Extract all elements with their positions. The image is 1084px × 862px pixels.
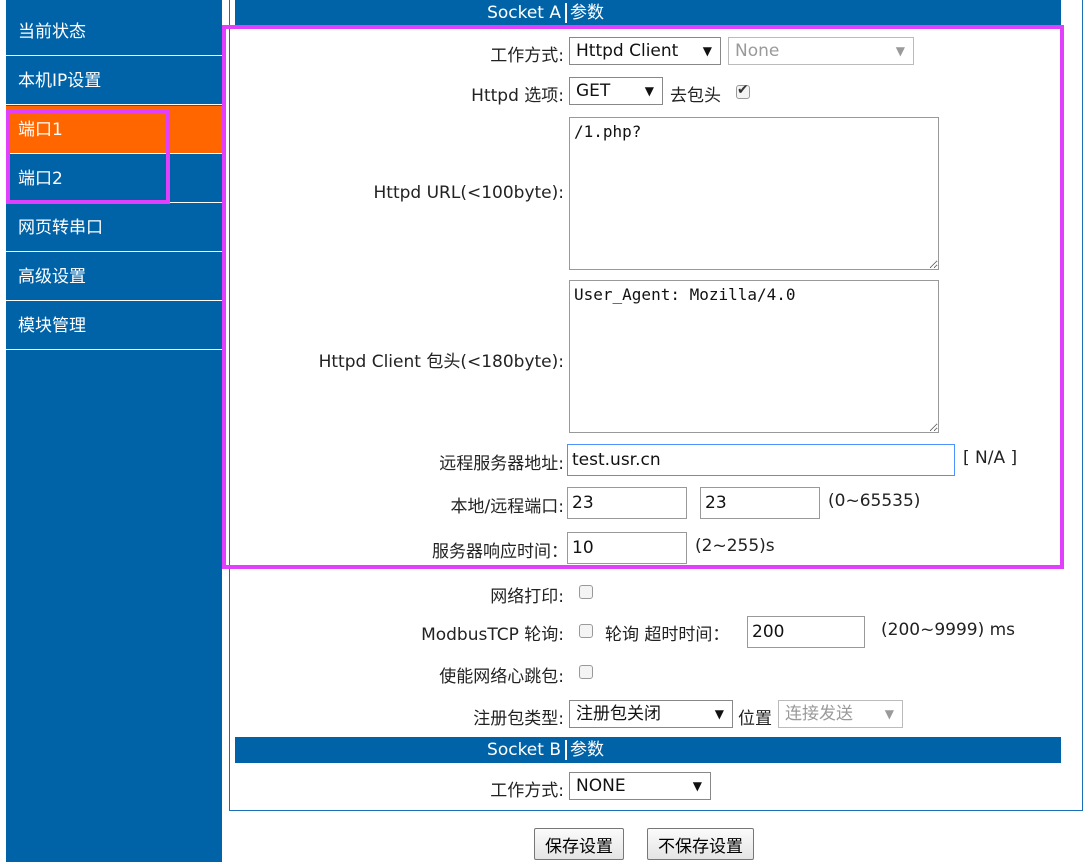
sidebar-item-port1[interactable]: 端口1 (6, 106, 222, 154)
sidebar-item-label: 模块管理 (18, 316, 86, 336)
net-print-row: 网络打印: (230, 580, 1084, 607)
discard-settings-button[interactable]: 不保存设置 (647, 828, 754, 860)
register-packet-row: 注册包类型: 注册包关闭 ▼ 位置 连接发送 ▼ (230, 700, 1084, 730)
modbus-row: ModbusTCP 轮询: 轮询 超时时间： (200~9999) ms (230, 616, 1084, 648)
work-mode-value: Httpd Client (576, 41, 679, 61)
httpd-header-textarea[interactable]: User_Agent: Mozilla/4.0 (569, 280, 939, 433)
server-timeout-input[interactable] (567, 532, 687, 564)
work-mode-sub-select[interactable]: None ▼ (728, 37, 914, 65)
remote-server-input[interactable] (567, 444, 955, 476)
heartbeat-checkbox[interactable] (579, 665, 593, 679)
net-print-label: 网络打印: (490, 587, 564, 607)
chevron-down-icon: ▼ (714, 707, 724, 721)
register-type-value: 注册包关闭 (576, 704, 661, 724)
modbus-poll-text: 轮询 超时时间： (605, 625, 730, 645)
server-timeout-row: 服务器响应时间： (2~255)s (230, 532, 1084, 564)
net-print-checkbox[interactable] (579, 585, 593, 599)
socket-b-params-label: 参数 (570, 740, 604, 760)
socket-b-work-mode-label: 工作方式: (490, 781, 564, 801)
ports-row: 本地/远程端口: (0~65535) (230, 487, 1084, 519)
register-type-label: 注册包类型: (473, 709, 564, 729)
position-select[interactable]: 连接发送 ▼ (778, 700, 903, 728)
heartbeat-label: 使能网络心跳包: (439, 667, 564, 687)
remote-server-label: 远程服务器地址: (439, 454, 564, 474)
work-mode-row: 工作方式: Httpd Client ▼ None ▼ (230, 37, 1084, 67)
sidebar-item-label: 当前状态 (18, 22, 86, 42)
socket-a-params-label: 参数 (570, 3, 604, 23)
socket-b-work-mode-select[interactable]: NONE ▼ (569, 772, 711, 800)
sidebar-item-label: 网页转串口 (18, 218, 103, 238)
sidebar-item-label: 端口1 (18, 120, 63, 140)
remote-port-input[interactable] (700, 487, 820, 519)
work-mode-label: 工作方式: (490, 46, 564, 66)
modbus-label: ModbusTCP 轮询: (421, 625, 564, 645)
header-divider (565, 3, 567, 23)
remote-server-row: 远程服务器地址: [ N/A ] (230, 444, 1084, 476)
header-divider (565, 740, 567, 760)
sidebar-item-module-management[interactable]: 模块管理 (6, 302, 222, 350)
chevron-down-icon: ▼ (702, 44, 712, 58)
socket-a-title: Socket A (487, 3, 561, 23)
position-label: 位置 (738, 709, 772, 729)
httpd-url-label: Httpd URL(<100byte): (373, 183, 565, 203)
httpd-header-row: Httpd Client 包头(<180byte): User_Agent: M… (230, 280, 1084, 435)
strip-header-checkbox[interactable] (736, 82, 750, 99)
modbus-poll-checkbox[interactable] (579, 624, 593, 638)
settings-panel: Socket A 参数 工作方式: Httpd Client ▼ None ▼ … (229, 0, 1083, 811)
sidebar-item-web-serial[interactable]: 网页转串口 (6, 204, 222, 252)
chevron-down-icon: ▼ (895, 44, 905, 58)
sidebar-item-label: 端口2 (18, 169, 63, 189)
sidebar-item-advanced[interactable]: 高级设置 (6, 253, 222, 301)
save-settings-button[interactable]: 保存设置 (534, 828, 624, 860)
httpd-method-select[interactable]: GET ▼ (569, 77, 663, 105)
httpd-header-label: Httpd Client 包头(<180byte): (318, 352, 564, 372)
httpd-option-row: Httpd 选项: GET ▼ 去包头 (230, 77, 1084, 107)
sidebar-item-status[interactable]: 当前状态 (6, 8, 222, 56)
strip-header-label: 去包头 (670, 86, 721, 106)
sidebar-item-label: 高级设置 (18, 267, 86, 287)
modbus-timeout-input[interactable] (747, 616, 865, 648)
chevron-down-icon: ▼ (692, 779, 702, 793)
register-type-select[interactable]: 注册包关闭 ▼ (569, 700, 733, 728)
sidebar-item-port2[interactable]: 端口2 (6, 155, 222, 203)
remote-server-status: [ N/A ] (963, 448, 1018, 468)
sidebar-item-ip-settings[interactable]: 本机IP设置 (6, 57, 222, 105)
socket-b-title: Socket B (487, 740, 561, 760)
sidebar-item-label: 本机IP设置 (18, 71, 102, 91)
server-timeout-label: 服务器响应时间： (432, 542, 568, 562)
httpd-url-textarea[interactable]: /1.php? (569, 117, 939, 270)
chevron-down-icon: ▼ (884, 707, 894, 721)
chevron-down-icon: ▼ (644, 84, 654, 98)
socket-b-work-mode-row: 工作方式: NONE ▼ (230, 772, 1084, 802)
httpd-url-row: Httpd URL(<100byte): /1.php? (230, 117, 1084, 272)
socket-a-header: Socket A 参数 (235, 0, 1061, 26)
httpd-method-value: GET (576, 81, 611, 101)
socket-b-header: Socket B 参数 (235, 737, 1061, 763)
ports-label: 本地/远程端口: (450, 497, 564, 517)
socket-b-work-mode-value: NONE (576, 776, 626, 796)
httpd-option-label: Httpd 选项: (471, 86, 564, 106)
heartbeat-row: 使能网络心跳包: (230, 660, 1084, 687)
modbus-range-hint: (200~9999) ms (881, 620, 1016, 640)
local-port-input[interactable] (567, 487, 687, 519)
ports-range-hint: (0~65535) (828, 491, 921, 511)
sidebar: 当前状态 本机IP设置 端口1 端口2 网页转串口 高级设置 模块管理 (6, 0, 222, 862)
position-value: 连接发送 (785, 704, 853, 724)
work-mode-select[interactable]: Httpd Client ▼ (569, 37, 721, 65)
server-timeout-range-hint: (2~255)s (695, 536, 775, 556)
work-mode-sub-value: None (735, 41, 780, 61)
